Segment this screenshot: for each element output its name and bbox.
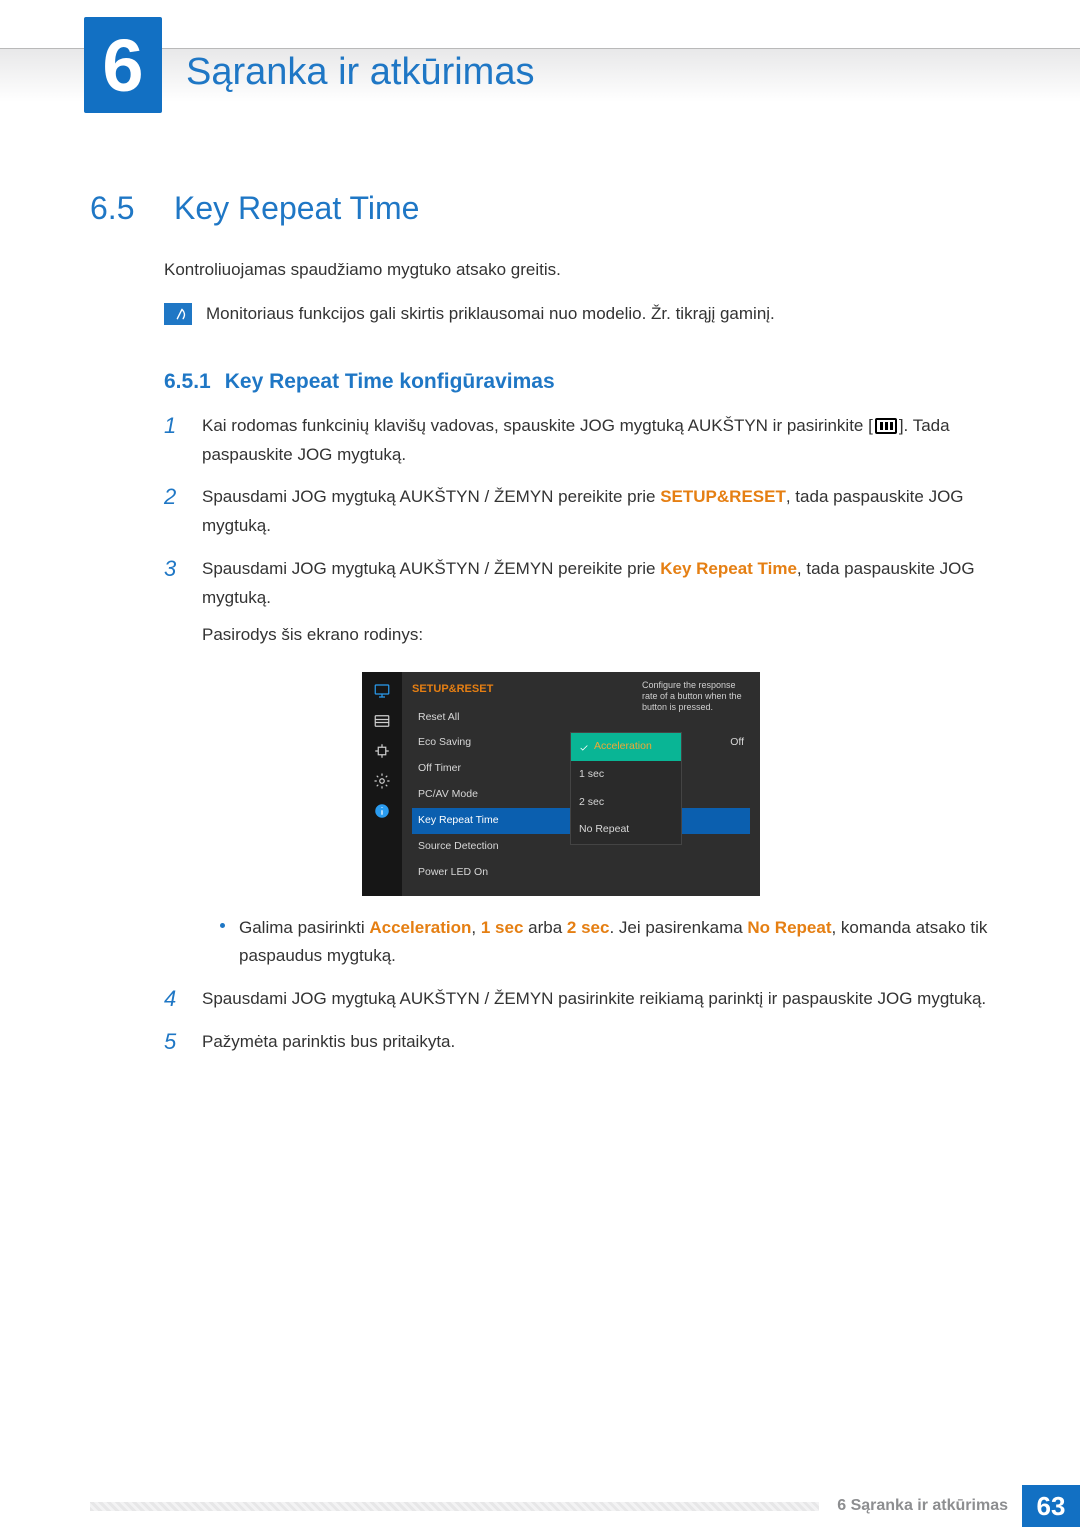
section-title: Key Repeat Time	[174, 190, 419, 227]
osd-item-label: Eco Saving	[418, 734, 471, 752]
bullet: Galima pasirinkti Acceleration, 1 sec ar…	[220, 914, 990, 972]
step-1: 1 Kai rodomas funkcinių klavišų vadovas,…	[164, 412, 990, 470]
step-2: 2 Spausdami JOG mygtuką AUKŠTYN / ŽEMYN …	[164, 483, 990, 541]
step-3: 3 Spausdami JOG mygtuką AUKŠTYN / ŽEMYN …	[164, 555, 990, 971]
intro-text: Kontroliuojamas spaudžiamo mygtuko atsak…	[164, 257, 990, 283]
text: Pasirodys šis ekrano rodinys:	[202, 625, 423, 644]
step-number: 3	[164, 555, 184, 971]
section-number: 6.5	[90, 190, 148, 227]
content: 6.5 Key Repeat Time Kontroliuojamas spau…	[90, 180, 990, 1071]
osd: SETUP&RESET Configure the response rate …	[362, 672, 760, 896]
option-label: No Repeat	[579, 821, 629, 839]
keyword: Key Repeat Time	[660, 559, 797, 578]
list-icon	[371, 712, 393, 730]
osd-popup-option: Acceleration	[571, 733, 681, 761]
page: 6 Sąranka ir atkūrimas 6.5 Key Repeat Ti…	[0, 0, 1080, 1527]
osd-popup-option: 2 sec	[571, 789, 681, 817]
chapter-number: 6	[102, 23, 143, 108]
osd-item-label: PC/AV Mode	[418, 786, 478, 804]
text: Galima pasirinkti	[239, 918, 369, 937]
osd-item-label: Off Timer	[418, 760, 461, 778]
text: Spausdami JOG mygtuką AUKŠTYN / ŽEMYN pe…	[202, 559, 660, 578]
menu-icon	[875, 418, 897, 434]
subsection-heading: 6.5.1 Key Repeat Time konfigūravimas	[164, 370, 990, 394]
footer-bar	[90, 1502, 819, 1511]
footer-page-number: 63	[1022, 1485, 1080, 1527]
footer: 6 Sąranka ir atkūrimas 63	[90, 1485, 1080, 1527]
text: arba	[523, 918, 566, 937]
keyword: Acceleration	[369, 918, 471, 937]
text: Spausdami JOG mygtuką AUKŠTYN / ŽEMYN pe…	[202, 487, 660, 506]
step-4: 4 Spausdami JOG mygtuką AUKŠTYN / ŽEMYN …	[164, 985, 990, 1014]
note-icon	[164, 303, 192, 325]
text: Kai rodomas funkcinių klavišų vadovas, s…	[202, 416, 873, 435]
option-label: 1 sec	[579, 766, 604, 784]
keyword: No Repeat	[747, 918, 831, 937]
option-label: Acceleration	[594, 738, 652, 756]
keyword: SETUP&RESET	[660, 487, 786, 506]
osd-popup-option: 1 sec	[571, 761, 681, 789]
osd-item-label: Source Detection	[418, 838, 499, 856]
step-number: 1	[164, 412, 184, 470]
step-number: 5	[164, 1028, 184, 1057]
steps-list: 1 Kai rodomas funkcinių klavišų vadovas,…	[164, 412, 990, 1057]
gear-icon	[371, 772, 393, 790]
chapter-header: 6 Sąranka ir atkūrimas	[0, 17, 1080, 113]
step-5: 5 Pažymėta parinktis bus pritaikyta.	[164, 1028, 990, 1057]
option-label: 2 sec	[579, 794, 604, 812]
resize-icon	[371, 742, 393, 760]
osd-item-label: Reset All	[418, 709, 459, 727]
osd-item-label: Key Repeat Time	[418, 812, 499, 830]
step-body: Spausdami JOG mygtuką AUKŠTYN / ŽEMYN pe…	[202, 483, 990, 541]
osd-item-value: Off	[730, 734, 744, 752]
step-body: Spausdami JOG mygtuką AUKŠTYN / ŽEMYN pa…	[202, 985, 990, 1014]
text: . Jei pasirenkama	[609, 918, 747, 937]
header-gradient	[0, 48, 1080, 102]
footer-label: 6 Sąranka ir atkūrimas	[837, 1497, 1008, 1515]
chapter-title: Sąranka ir atkūrimas	[186, 51, 534, 94]
osd-screenshot: SETUP&RESET Configure the response rate …	[362, 672, 990, 896]
subsection-number: 6.5.1	[164, 370, 211, 394]
osd-sidebar	[362, 672, 402, 896]
subsection-title: Key Repeat Time konfigūravimas	[225, 370, 555, 394]
keyword: 1 sec	[481, 918, 524, 937]
step-number: 2	[164, 483, 184, 541]
section-heading: 6.5 Key Repeat Time	[90, 190, 990, 227]
osd-item: Power LED On	[412, 860, 750, 886]
osd-help: Configure the response rate of a button …	[642, 680, 752, 714]
osd-main: SETUP&RESET Configure the response rate …	[402, 672, 760, 896]
info-icon	[371, 802, 393, 820]
bullet-text: Galima pasirinkti Acceleration, 1 sec ar…	[239, 914, 990, 972]
step-body: Kai rodomas funkcinių klavišų vadovas, s…	[202, 412, 990, 470]
text: ,	[471, 918, 480, 937]
check-icon	[579, 742, 589, 752]
step-number: 4	[164, 985, 184, 1014]
osd-popup: Acceleration 1 sec 2 sec No Repeat	[570, 732, 682, 845]
osd-popup-option: No Repeat	[571, 816, 681, 844]
step-body: Pažymėta parinktis bus pritaikyta.	[202, 1028, 990, 1057]
step-body: Spausdami JOG mygtuką AUKŠTYN / ŽEMYN pe…	[202, 555, 990, 971]
chapter-number-box: 6	[84, 17, 162, 113]
monitor-icon	[371, 682, 393, 700]
note-text: Monitoriaus funkcijos gali skirtis prikl…	[206, 301, 775, 327]
osd-item-label: Power LED On	[418, 864, 488, 882]
bullet-dot	[220, 923, 225, 928]
keyword: 2 sec	[567, 918, 610, 937]
note-row: Monitoriaus funkcijos gali skirtis prikl…	[164, 301, 990, 327]
